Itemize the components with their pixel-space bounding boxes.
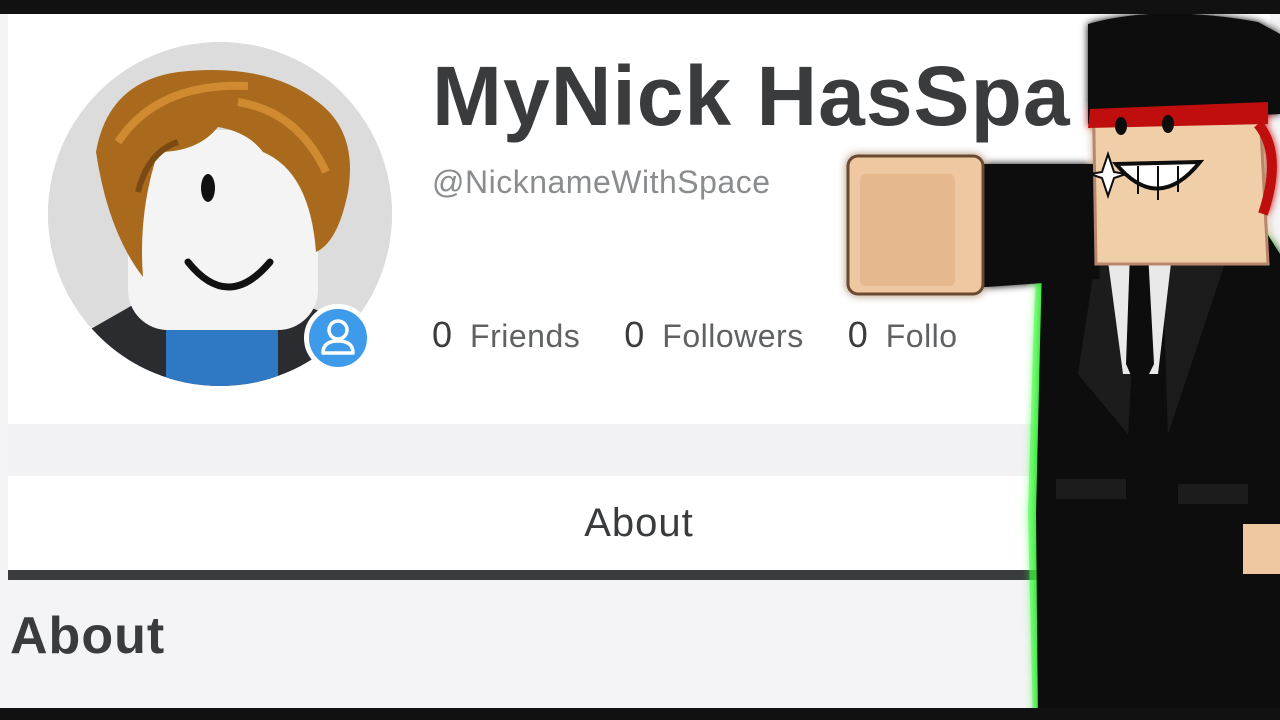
friends-stat[interactable]: 0 Friends <box>432 314 580 356</box>
profile-page: MyNick HasSpa @NicknameWithSpace 0 Frien… <box>0 14 1280 708</box>
presence-badge <box>304 304 372 372</box>
overlay-character-image <box>846 14 1280 708</box>
user-icon <box>321 319 355 355</box>
username: @NicknameWithSpace <box>432 164 771 200</box>
about-section-title: About <box>10 607 166 665</box>
followers-count: 0 <box>624 314 645 355</box>
followers-stat[interactable]: 0 Followers <box>624 314 803 356</box>
friends-label: Friends <box>470 318 581 354</box>
followers-label: Followers <box>662 318 804 354</box>
friends-count: 0 <box>432 314 453 355</box>
